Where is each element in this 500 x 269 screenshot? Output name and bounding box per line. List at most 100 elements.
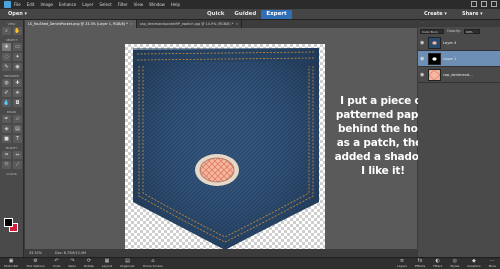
tab-guided[interactable]: Guided [229,10,261,19]
close-tab-icon[interactable]: × [130,22,133,26]
content-aware-move-tool-icon[interactable]: ⤧ [2,161,11,169]
tab-quick[interactable]: Quick [202,10,229,19]
healing-tool-icon[interactable]: ✚ [13,79,22,87]
tab-expert[interactable]: Expert [261,10,292,19]
share-button[interactable]: Share ▾ [462,11,483,18]
layers-button[interactable]: ≡ Layers [393,258,411,269]
brush-tool-icon[interactable]: ✒ [2,115,11,123]
home-screen-button[interactable]: ⌂ Home Screen [139,258,167,269]
crop-tool-icon[interactable]: ⌗ [2,151,11,159]
menu-help[interactable]: Help [171,0,180,9]
graphics-label: Graphics [467,264,481,268]
recompose-tool-icon[interactable]: ⇔ [13,151,22,159]
opacity-label: Opacity: [447,29,461,33]
effects-button[interactable]: fx Effects [411,258,429,269]
more-button[interactable]: ⋯ More [485,258,500,269]
effects-label: Effects [415,264,426,268]
lasso-tool-icon[interactable]: ◌ [2,53,11,61]
menu-select[interactable]: Select [99,0,111,9]
menu-window[interactable]: Window [149,0,165,9]
close-icon[interactable] [491,1,497,7]
document-tab[interactable]: LS_YouShed_DenimPocket.png @ 33.3% (Laye… [25,20,137,28]
create-button[interactable]: Create ▾ [424,11,447,18]
rotate-label: Rotate [84,264,94,268]
layer-options: Color Burn Opacity: 94% [418,27,500,35]
quick-selection-tool-icon[interactable]: ✎ [2,63,11,71]
layer-name: Layer 1 [443,56,457,61]
eye-icon[interactable]: ◉ [420,40,426,46]
menu-image[interactable]: Image [40,0,53,9]
styles-button[interactable]: ◎ Styles [446,258,463,269]
layout-button[interactable]: ▦ Layout [98,258,116,269]
graphics-button[interactable]: ◆ Graphics [463,258,484,269]
photo-bin-button[interactable]: ▣ Photo Bin [0,258,22,269]
marquee-tool-icon[interactable]: ▭ [13,43,22,51]
straighten-tool-icon[interactable]: ⟋ [13,161,22,169]
organizer-label: Organizer [120,264,135,268]
eye-icon[interactable]: ◉ [420,56,426,62]
close-tab-icon[interactable]: × [235,22,238,26]
open-label: Open [8,11,23,17]
layers-label: Layers [397,264,407,268]
zoom-tool-icon[interactable]: ⌕ [2,27,11,35]
clone-stamp-tool-icon[interactable]: ⎈ [13,89,22,97]
image-canvas[interactable] [125,44,325,253]
layer-row[interactable]: ◉ cap_denimand... [418,67,500,83]
layer-row[interactable]: ◉ Layer 1 [418,51,500,67]
document-tab-label: cap_denimandpocket9P_swatch.jpg @ 14.9% … [139,22,234,26]
create-label: Create [424,11,443,17]
window-controls [471,1,497,7]
layer-name: cap_denimand... [443,72,473,77]
document-tab[interactable]: cap_denimandpocket9P_swatch.jpg @ 14.9% … [137,20,243,28]
menu-view[interactable]: View [134,0,144,9]
opacity-field[interactable]: 94% [463,28,480,34]
type-tool-icon[interactable]: T [13,135,22,143]
mode-bar: Open ▾ Quick Guided Expert Create ▾ Shar… [0,9,500,20]
filters-button[interactable]: ◐ Filters [429,258,446,269]
menu-file[interactable]: File [14,0,21,9]
move-tool-icon[interactable]: ✥ [2,43,11,51]
menu-layer[interactable]: Layer [82,0,93,9]
organizer-button[interactable]: ▤ Organizer [116,258,139,269]
open-button[interactable]: Open ▾ [4,11,31,18]
layer-thumbnail [428,68,441,81]
smart-brush-tool-icon[interactable]: ✐ [2,89,11,97]
styles-label: Styles [450,264,460,268]
more-label: More [488,264,496,268]
paint-bucket-tool-icon[interactable]: ◈ [2,125,11,133]
undo-label: Undo [52,264,61,268]
status-bar: 33.33% Doc: 6.75M/13.4M [25,249,417,257]
menu-edit[interactable]: Edit [27,0,35,9]
taskbar-spacer [167,258,393,269]
eye-icon[interactable]: ◉ [420,72,426,78]
document-tabs: LS_YouShed_DenimPocket.png @ 33.3% (Laye… [25,20,417,28]
tool-options-button[interactable]: ⚙ Tool Options [22,258,48,269]
menu-filter[interactable]: Filter [118,0,128,9]
gradient-tool-icon[interactable]: ▤ [13,125,22,133]
document-size: Doc: 6.75M/13.4M [55,251,86,255]
eraser-tool-icon[interactable]: ▱ [13,115,22,123]
rotate-button[interactable]: ⟳ Rotate [80,258,98,269]
red-eye-tool-icon[interactable]: ◍ [2,79,11,87]
eye-tool-icon[interactable]: ◉ [13,63,22,71]
filters-label: Filters [433,264,443,268]
undo-button[interactable]: ↶ Undo [49,258,65,269]
maximize-icon[interactable] [481,1,487,7]
blur-tool-icon[interactable]: 💧 [2,99,11,107]
foreground-color-swatch[interactable] [4,218,13,227]
denim-pocket-image [133,48,319,250]
hand-tool-icon[interactable]: ✋ [13,27,22,35]
mode-tabs: Quick Guided Expert [202,10,292,19]
document-area: LS_YouShed_DenimPocket.png @ 33.3% (Laye… [25,20,432,257]
magic-wand-tool-icon[interactable]: ✦ [13,53,22,61]
shape-tool-icon[interactable]: ■ [2,135,11,143]
home-screen-label: Home Screen [142,264,163,268]
panel-header: ⋯ [418,20,500,27]
blend-mode-select[interactable]: Color Burn [420,28,444,34]
redo-button[interactable]: ↷ Redo [65,258,81,269]
menu-enhance[interactable]: Enhance [59,0,76,9]
minimize-icon[interactable] [471,1,477,7]
layer-thumbnail [428,36,441,49]
layer-row[interactable]: ◉ Layer 4 [418,35,500,51]
sponge-tool-icon[interactable]: ◘ [13,99,22,107]
